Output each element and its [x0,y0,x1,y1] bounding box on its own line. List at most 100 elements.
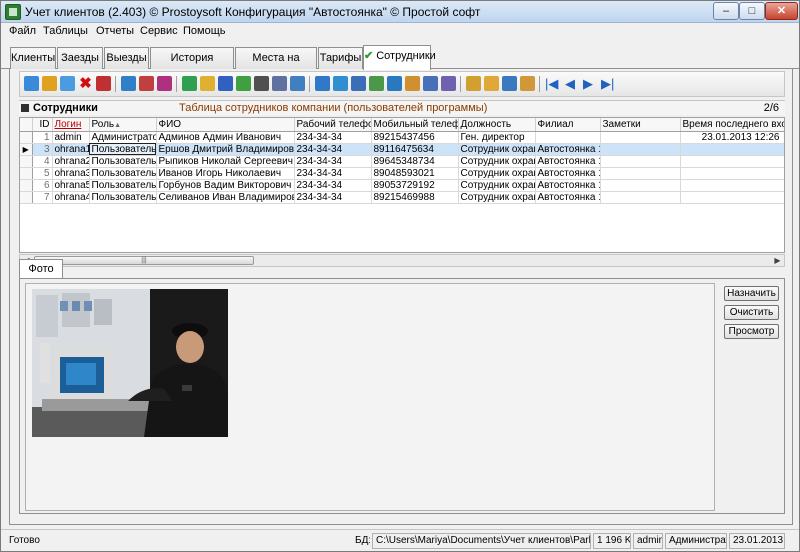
cell-mobile[interactable]: 89215469988 [371,191,459,204]
clear-photo-button[interactable]: Очистить [724,305,779,320]
menu-tables[interactable]: Таблицы [43,25,88,37]
cell-last-login[interactable] [680,155,784,168]
cell-fio[interactable]: Админов Админ Иванович [156,131,295,144]
cell-position[interactable]: Сотрудник охраны [458,167,536,180]
column-header-last-login[interactable]: Время последнего входа [680,118,784,132]
tab-photo[interactable]: Фото [19,259,63,279]
view-photo-button[interactable]: Просмотр [724,324,779,339]
filter-clear-icon[interactable] [157,76,172,91]
table-row-selected[interactable]: ▶ 3 ohrana1 Пользователь Ершов Дмитрий В… [20,143,784,156]
next-record-icon[interactable]: ▶ [583,76,598,91]
report-icon[interactable] [369,76,384,91]
cell-last-login[interactable] [680,179,784,192]
collapse-icon[interactable] [21,104,29,112]
cell-login[interactable]: ohrana3 [52,167,90,180]
tab-tariffs[interactable]: Тарифы [318,47,363,69]
cell-work-phone[interactable]: 234-34-34 [294,131,372,144]
print-icon[interactable] [272,76,287,91]
table-edit-icon[interactable] [520,76,535,91]
cell-work-phone[interactable]: 234-34-34 [294,167,372,180]
close-button[interactable]: ✕ [765,2,798,20]
cell-role[interactable]: Пользователь [89,155,157,168]
minimize-button[interactable]: ‒ [713,2,739,20]
cell-position[interactable]: Сотрудник охраны [458,155,536,168]
cell-login[interactable]: ohrana1 [52,143,90,156]
cell-position[interactable]: Сотрудник охраны [458,191,536,204]
cell-last-login[interactable] [680,191,784,204]
table-row[interactable]: 7 ohrana4 Пользователь Селиванов Иван Вл… [20,191,784,204]
report3-icon[interactable] [405,76,420,91]
cell-fio[interactable]: Иванов Игорь Николаевич [156,167,295,180]
column-header-branch[interactable]: Филиал [535,118,601,132]
cell-branch[interactable]: Автостоянка 1 [535,143,601,156]
column-header-work-phone[interactable]: Рабочий телефон [294,118,372,132]
cell-branch[interactable]: Автостоянка 1 [535,191,601,204]
filter-money-icon[interactable] [236,76,251,91]
cell-last-login[interactable] [680,143,784,156]
cell-fio[interactable]: Горбунов Вадим Викторович [156,179,295,192]
cell-mobile[interactable]: 89215437456 [371,131,459,144]
column-header-login[interactable]: Логин [52,118,90,132]
cell-login[interactable]: ohrana4 [52,191,90,204]
binoculars-icon[interactable] [254,76,269,91]
copy-icon[interactable] [351,76,366,91]
filter-add-icon[interactable] [218,76,233,91]
cell-notes[interactable] [600,179,681,192]
assign-photo-button[interactable]: Назначить [724,286,779,301]
horizontal-scrollbar[interactable]: ◀ ||| ▶ [19,254,785,267]
cell-fio[interactable]: Ершов Дмитрий Владимирович [156,143,295,156]
menu-reports[interactable]: Отчеты [96,25,134,37]
cell-role[interactable]: Пользователь [89,143,157,156]
cell-role[interactable]: Администратор [89,131,157,144]
cell-position[interactable]: Сотрудник охраны [458,143,536,156]
cell-notes[interactable] [600,143,681,156]
cell-notes[interactable] [600,131,681,144]
column-header-mobile-phone[interactable]: Мобильный телефон [371,118,459,132]
cell-branch[interactable]: Автостоянка 1 [535,179,601,192]
note-icon[interactable] [466,76,481,91]
cell-branch[interactable]: Автостоянка 1 [535,155,601,168]
tab-parking-places[interactable]: Места на стоянке [235,47,317,84]
column-header-position[interactable]: Должность [458,118,536,132]
cell-last-login[interactable] [680,167,784,180]
cell-position[interactable]: Сотрудник охраны [458,179,536,192]
edit-icon[interactable] [42,76,57,91]
cell-login[interactable]: ohrana2 [52,155,90,168]
cell-notes[interactable] [600,167,681,180]
cell-work-phone[interactable]: 234-34-34 [294,155,372,168]
column-header-fio[interactable]: ФИО [156,118,295,132]
cell-fio[interactable]: Рыпиков Николай Сергеевич [156,155,295,168]
cell-role[interactable]: Пользователь [89,167,157,180]
folder-icon[interactable] [200,76,215,91]
prev-record-icon[interactable]: ◀ [565,76,580,91]
tab-departures[interactable]: Выезды [104,47,149,69]
export-icon[interactable] [315,76,330,91]
table-icon[interactable] [502,76,517,91]
maximize-button[interactable]: □ [739,2,765,20]
delete-icon[interactable]: ✖ [78,76,93,91]
add-icon[interactable] [60,76,75,91]
column-header-notes[interactable]: Заметки [600,118,681,132]
last-record-icon[interactable]: ▶| [601,76,616,91]
cell-branch[interactable] [535,131,601,144]
first-record-icon[interactable]: |◀ [545,76,560,91]
scrollbar-thumb[interactable]: ||| [34,256,254,265]
report4-icon[interactable] [423,76,438,91]
refresh-icon[interactable] [24,76,39,91]
cell-login[interactable]: ohrana5 [52,179,90,192]
cell-work-phone[interactable]: 234-34-34 [294,179,372,192]
tab-clients[interactable]: Клиенты [10,47,56,69]
cell-mobile[interactable]: 89116475634 [371,143,459,156]
table-row[interactable]: 1 admin Администратор Админов Админ Иван… [20,131,784,144]
tab-arrivals[interactable]: Заезды [57,47,103,69]
table-row[interactable]: 5 ohrana3 Пользователь Иванов Игорь Нико… [20,167,784,180]
cell-role[interactable]: Пользователь [89,191,157,204]
note-edit-icon[interactable] [484,76,499,91]
print-preview-icon[interactable] [290,76,305,91]
table-row[interactable]: 4 ohrana2 Пользователь Рыпиков Николай С… [20,155,784,168]
cell-last-login[interactable]: 23.01.2013 12:26 [680,131,784,144]
menu-service[interactable]: Сервис [140,25,178,37]
cell-mobile[interactable]: 89048593021 [371,167,459,180]
cell-login[interactable]: admin [52,131,90,144]
tab-visit-history[interactable]: История посещений [150,47,234,84]
